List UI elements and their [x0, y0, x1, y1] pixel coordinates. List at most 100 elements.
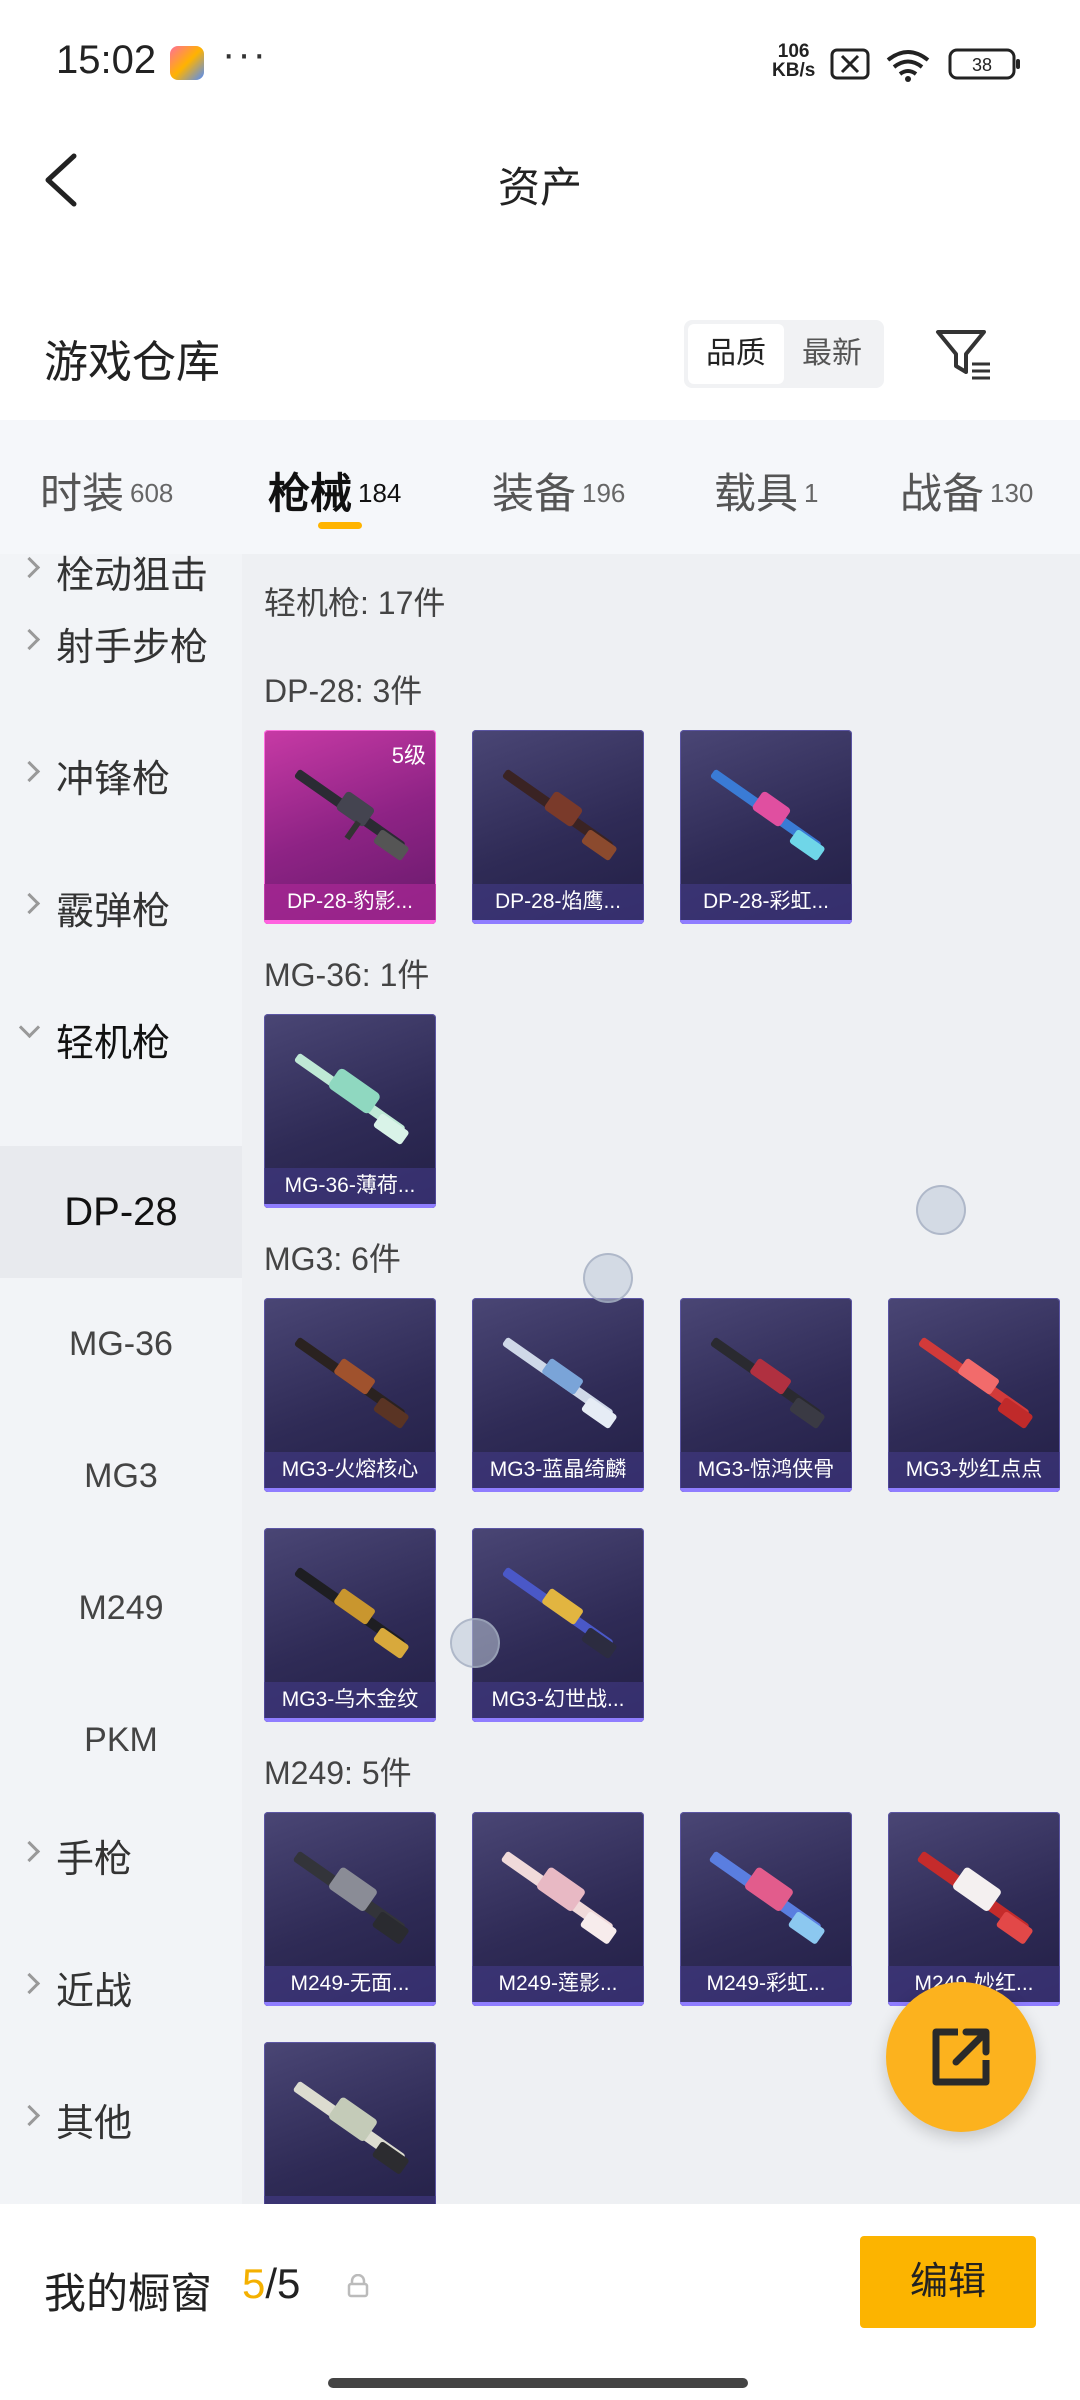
skin-card[interactable]: MG3-妙红点点 — [888, 1298, 1060, 1492]
lmg-skin-image — [502, 1567, 617, 1659]
skin-card[interactable]: M249-无面... — [264, 1812, 436, 2006]
skin-card[interactable]: MG3-火熔核心 — [264, 1298, 436, 1492]
skin-card[interactable]: 5级 DP-28-豹影... — [264, 730, 436, 924]
network-speed-value: 106 — [777, 41, 810, 62]
sidebar-item-lmg[interactable]: 轻机枪 — [0, 970, 242, 1102]
skin-level-badge: 5级 — [391, 743, 426, 768]
sidebar-sub-m249[interactable]: M249 — [0, 1542, 242, 1674]
app-header: 资产 — [0, 126, 1080, 236]
chevron-right-icon — [18, 892, 41, 915]
sort-toggle: 品质 最新 — [684, 320, 884, 388]
filter-icon[interactable] — [934, 324, 994, 384]
lmg-skin-image — [294, 1337, 409, 1429]
sidebar-item-label: 霰弹枪 — [56, 891, 171, 933]
touch-indicator — [450, 1618, 500, 1668]
tab-count: 608 — [130, 478, 174, 508]
skin-card[interactable]: MG3-幻世战... — [472, 1528, 644, 1722]
lmg-skin-image — [710, 1337, 825, 1429]
tab-vehicles[interactable]: 载具 1 — [714, 460, 818, 521]
lmg-skin-image — [918, 1337, 1033, 1429]
warehouse-title: 游戏仓库 — [44, 338, 220, 387]
skin-card[interactable]: M249-妙红... — [888, 1812, 1060, 2006]
skin-name: DP-28-焰鹰... — [472, 884, 644, 924]
skin-name: DP-28-彩虹... — [680, 884, 852, 924]
status-time: 15:02 — [56, 38, 157, 82]
skin-card[interactable]: MG3-乌木金纹 — [264, 1528, 436, 1722]
sidebar-item-melee[interactable]: 近战 — [0, 1918, 242, 2050]
lock-icon — [347, 2274, 369, 2298]
sidebar-item-label: 轻机枪 — [56, 1023, 171, 1065]
tab-count: 130 — [990, 478, 1034, 508]
skin-name: MG3-蓝晶绮麟 — [472, 1452, 644, 1492]
share-button[interactable] — [886, 1982, 1036, 2132]
active-tab-indicator — [318, 522, 362, 529]
sidebar-item-smg[interactable]: 冲锋枪 — [0, 706, 242, 838]
skin-card[interactable]: M249-彩虹... — [680, 1812, 852, 2006]
tab-count: 1 — [804, 478, 819, 508]
tab-equipment[interactable]: 装备 196 — [492, 460, 625, 521]
showcase-label: 我的橱窗 — [44, 2270, 213, 2317]
group-title-mg36: MG-36: 1件 — [264, 957, 430, 993]
wifi-icon — [886, 50, 930, 82]
sidebar-item-label: 近战 — [56, 1971, 133, 2013]
sidebar-item-other[interactable]: 其他 — [0, 2050, 242, 2182]
skin-name: M249-无面... — [264, 1966, 436, 2006]
category-title: 轻机枪: 17件 — [264, 585, 446, 621]
showcase-bar: 我的橱窗 5/5 编辑 — [0, 2204, 1080, 2400]
status-icons: 38 — [830, 48, 1020, 82]
chevron-right-icon — [18, 1840, 41, 1863]
sidebar-sub-mg36[interactable]: MG-36 — [0, 1278, 242, 1410]
sidebar-sub-mg3[interactable]: MG3 — [0, 1410, 242, 1542]
skin-name: M249-莲影... — [472, 1966, 644, 2006]
tab-label: 时装 — [40, 470, 125, 517]
chevron-right-icon — [18, 2104, 41, 2127]
sort-quality-button[interactable]: 品质 — [688, 324, 784, 384]
tab-fashion[interactable]: 时装 608 — [40, 460, 173, 521]
lmg-skin-image — [709, 1851, 825, 1944]
sidebar-item-pistol[interactable]: 手枪 — [0, 1786, 242, 1918]
skin-card[interactable] — [264, 2042, 436, 2204]
skin-name: MG3-惊鸿侠骨 — [680, 1452, 852, 1492]
sort-newest-button[interactable]: 最新 — [784, 324, 880, 384]
tab-label: 载具 — [714, 470, 799, 517]
skin-name: MG3-乌木金纹 — [264, 1682, 436, 1722]
lmg-skin-image — [502, 1337, 617, 1429]
showcase-count-total: /5 — [265, 2260, 301, 2307]
sidebar-item-label: 射手步枪 — [56, 627, 209, 669]
tab-count: 196 — [582, 478, 626, 508]
skin-name: M249-彩虹... — [680, 1966, 852, 2006]
skin-card[interactable]: DP-28-焰鹰... — [472, 730, 644, 924]
sidebar-item-label: 手枪 — [56, 1839, 133, 1881]
weapon-skins-grid: 轻机枪: 17件 DP-28: 3件 5级 DP-28-豹影... DP-28-… — [242, 554, 1080, 2204]
sidebar-item-marksman[interactable]: 射手步枪 — [0, 574, 242, 706]
lmg-skin-image — [293, 2081, 409, 2174]
skin-name: MG-36-薄荷... — [264, 1168, 436, 1208]
sidebar-item-shotgun[interactable]: 霰弹枪 — [0, 838, 242, 970]
tab-firearms[interactable]: 枪械 184 — [268, 460, 401, 521]
chevron-right-icon — [18, 1972, 41, 1995]
tab-label: 枪械 — [268, 470, 353, 517]
share-icon — [932, 2028, 990, 2086]
lmg-skin-image — [710, 769, 825, 861]
skin-card[interactable]: DP-28-彩虹... — [680, 730, 852, 924]
tab-supplies[interactable]: 战备 130 — [900, 460, 1033, 521]
touch-indicator — [916, 1185, 966, 1235]
chevron-right-icon — [18, 628, 41, 651]
skin-card[interactable]: MG-36-薄荷... — [264, 1014, 436, 1208]
weapon-type-sidebar: 栓动狙击 射手步枪 冲锋枪 霰弹枪 轻机枪 DP-28 MG-36 MG3 M2… — [0, 554, 242, 2204]
home-indicator[interactable] — [328, 2378, 748, 2388]
group-title-mg3: MG3: 6件 — [264, 1241, 401, 1277]
skin-card[interactable]: MG3-蓝晶绮麟 — [472, 1298, 644, 1492]
edit-button[interactable]: 编辑 — [860, 2236, 1036, 2328]
showcase-count: 5/5 — [242, 2260, 300, 2308]
group-title-m249: M249: 5件 — [264, 1755, 412, 1791]
tab-count: 184 — [358, 478, 402, 508]
sidebar-sub-dp28[interactable]: DP-28 — [0, 1146, 242, 1278]
lmg-skin-image — [502, 769, 617, 861]
skin-card[interactable]: MG3-惊鸿侠骨 — [680, 1298, 852, 1492]
network-speed-unit: KB/s — [772, 60, 816, 81]
skin-card[interactable]: M249-莲影... — [472, 1812, 644, 2006]
lmg-skin-image — [293, 1851, 409, 1944]
network-speed: 106 KB/s — [772, 42, 815, 80]
game-app-icon — [170, 46, 204, 80]
